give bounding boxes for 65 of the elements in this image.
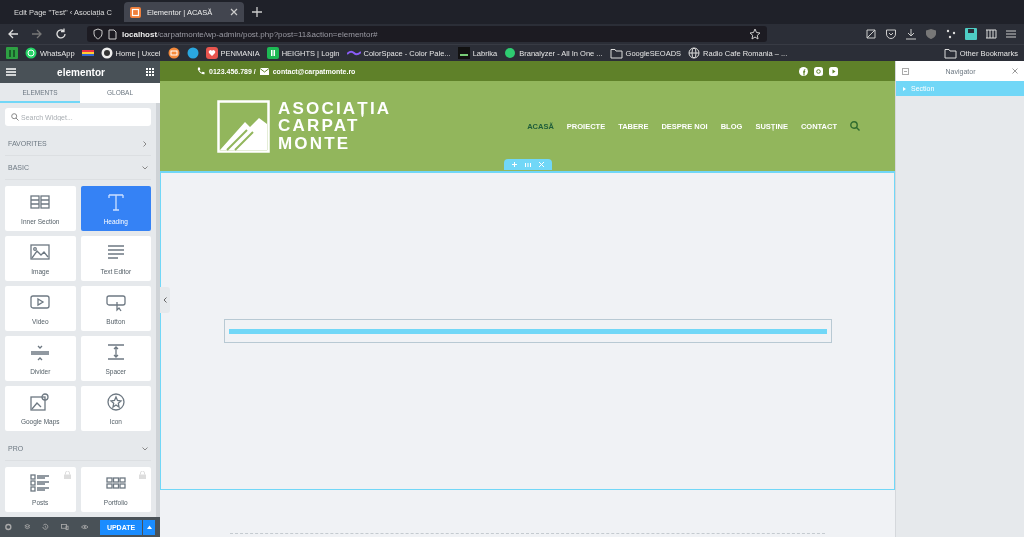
apps-icon[interactable] bbox=[6, 47, 18, 59]
elementor-logo-icon bbox=[130, 6, 141, 18]
back-icon[interactable] bbox=[7, 28, 19, 40]
apps-grid-icon[interactable] bbox=[146, 68, 154, 76]
facebook-icon[interactable] bbox=[799, 66, 808, 76]
eye-icon[interactable] bbox=[80, 524, 88, 530]
instagram-icon[interactable] bbox=[814, 66, 823, 76]
caret-up-icon bbox=[146, 525, 152, 529]
menu-icon[interactable] bbox=[6, 68, 16, 76]
leaf-icon bbox=[504, 47, 517, 59]
reload-icon[interactable] bbox=[55, 28, 67, 40]
shield-icon[interactable] bbox=[925, 28, 937, 40]
search-icon bbox=[11, 113, 19, 121]
chat-icon bbox=[25, 47, 37, 59]
page-icon bbox=[108, 28, 117, 40]
heart-icon bbox=[205, 47, 218, 59]
image-icon bbox=[29, 242, 52, 262]
chevron-down-icon bbox=[142, 164, 148, 171]
menu-icon[interactable] bbox=[1005, 28, 1017, 40]
circle-icon[interactable] bbox=[186, 47, 199, 59]
new-tab-icon[interactable] bbox=[252, 7, 262, 17]
pocket-icon[interactable] bbox=[885, 28, 897, 40]
folder-icon bbox=[943, 47, 957, 59]
settings-icon[interactable] bbox=[5, 523, 12, 531]
search-icon[interactable] bbox=[850, 121, 860, 131]
url-text: localhost/carpatmonte/wp-admin/post.php?post=11&action=elementor# bbox=[122, 29, 379, 39]
history-icon[interactable] bbox=[42, 523, 49, 531]
caret-right-icon bbox=[903, 86, 906, 91]
mountain-logo-icon[interactable] bbox=[217, 99, 270, 153]
collapse-panel-handle[interactable] bbox=[160, 287, 170, 313]
columns-icon bbox=[29, 192, 52, 212]
dark-logo-icon bbox=[457, 47, 470, 59]
collapse-icon[interactable] bbox=[902, 67, 909, 75]
youtube-icon[interactable] bbox=[829, 66, 838, 76]
posts-icon bbox=[29, 473, 52, 493]
lock-icon bbox=[63, 471, 71, 479]
close-icon[interactable] bbox=[1012, 68, 1018, 74]
lock-icon bbox=[139, 471, 146, 479]
button-icon bbox=[104, 292, 127, 312]
globe-icon bbox=[688, 47, 701, 59]
brand-logo: elementor bbox=[57, 66, 105, 78]
chevron-down-icon bbox=[142, 445, 148, 452]
chevron-right-icon bbox=[142, 140, 148, 147]
address-bar[interactable]: localhost/carpatmonte/wp-admin/post.php?post=11&action=elementor# bbox=[87, 26, 767, 42]
flag-icon[interactable] bbox=[81, 47, 94, 59]
dots-icon[interactable] bbox=[945, 28, 957, 40]
update-options-button[interactable] bbox=[143, 519, 155, 535]
extension-icon[interactable] bbox=[865, 28, 877, 40]
forward-icon[interactable] bbox=[31, 28, 43, 40]
map-icon bbox=[29, 392, 52, 412]
star-icon[interactable] bbox=[749, 28, 761, 40]
square-logo-icon bbox=[266, 47, 279, 59]
shield-icon bbox=[93, 28, 103, 40]
chevron-left-icon bbox=[163, 297, 167, 303]
phone-icon bbox=[197, 67, 205, 75]
video-icon bbox=[29, 292, 52, 312]
layers-icon[interactable] bbox=[23, 523, 31, 531]
responsive-icon[interactable] bbox=[61, 523, 69, 531]
grid-icon[interactable] bbox=[985, 28, 997, 40]
download-icon[interactable] bbox=[905, 28, 917, 40]
mail-icon bbox=[259, 67, 269, 75]
folder-icon bbox=[609, 47, 623, 59]
round-logo-icon[interactable] bbox=[167, 47, 180, 59]
save-icon[interactable] bbox=[965, 28, 977, 40]
close-icon[interactable] bbox=[230, 8, 238, 16]
